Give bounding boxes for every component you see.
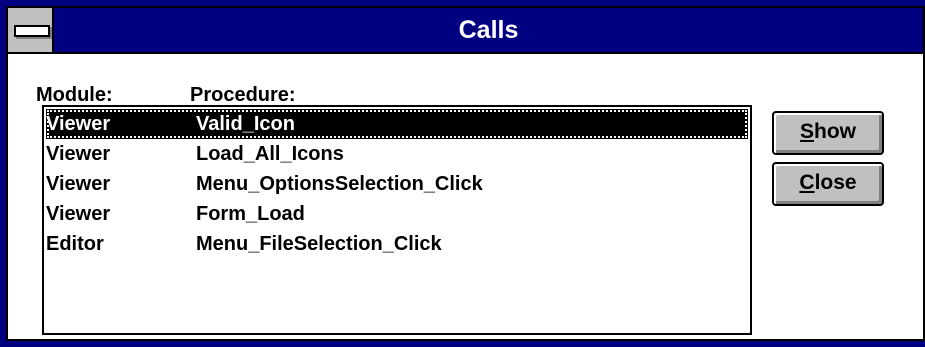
list-item-procedure: Valid_Icon [196, 113, 295, 135]
system-menu-button[interactable] [8, 8, 54, 52]
window-title: Calls [458, 16, 519, 44]
list-item-module: Viewer [46, 113, 111, 135]
list-item[interactable]: Viewer Form_Load [46, 199, 748, 229]
list-item-procedure: Menu_FileSelection_Click [196, 233, 442, 255]
show-button[interactable]: Show [772, 111, 884, 155]
system-menu-icon [14, 25, 50, 37]
list-item-module: Editor [46, 233, 104, 255]
dialog-frame: Calls Module: Procedure: Viewer Valid_Ic… [6, 6, 925, 341]
calls-listbox[interactable]: Viewer Valid_Icon Viewer Load_All_Icons … [42, 105, 752, 335]
procedure-header: Procedure: [190, 84, 296, 106]
calls-dialog: Calls Module: Procedure: Viewer Valid_Ic… [0, 0, 925, 347]
close-button-label: lose [814, 171, 857, 194]
show-button-mnemonic: S [799, 120, 814, 143]
list-item-module: Viewer [46, 203, 111, 225]
list-item[interactable]: Viewer Menu_OptionsSelection_Click [46, 169, 748, 199]
title-bar[interactable]: Calls [8, 8, 923, 54]
list-item-procedure: Load_All_Icons [196, 143, 344, 165]
list-item-procedure: Form_Load [196, 203, 305, 225]
list-item[interactable]: Editor Menu_FileSelection_Click [46, 229, 748, 259]
list-item-module: Viewer [46, 143, 111, 165]
show-button-label: how [814, 120, 856, 143]
module-header: Module: [36, 84, 113, 106]
list-item-module: Viewer [46, 173, 111, 195]
close-button[interactable]: Close [772, 162, 884, 206]
list-item-procedure: Menu_OptionsSelection_Click [196, 173, 483, 195]
list-item[interactable]: Viewer Load_All_Icons [46, 139, 748, 169]
close-button-mnemonic: C [799, 171, 815, 194]
list-item[interactable]: Viewer Valid_Icon [46, 109, 748, 139]
